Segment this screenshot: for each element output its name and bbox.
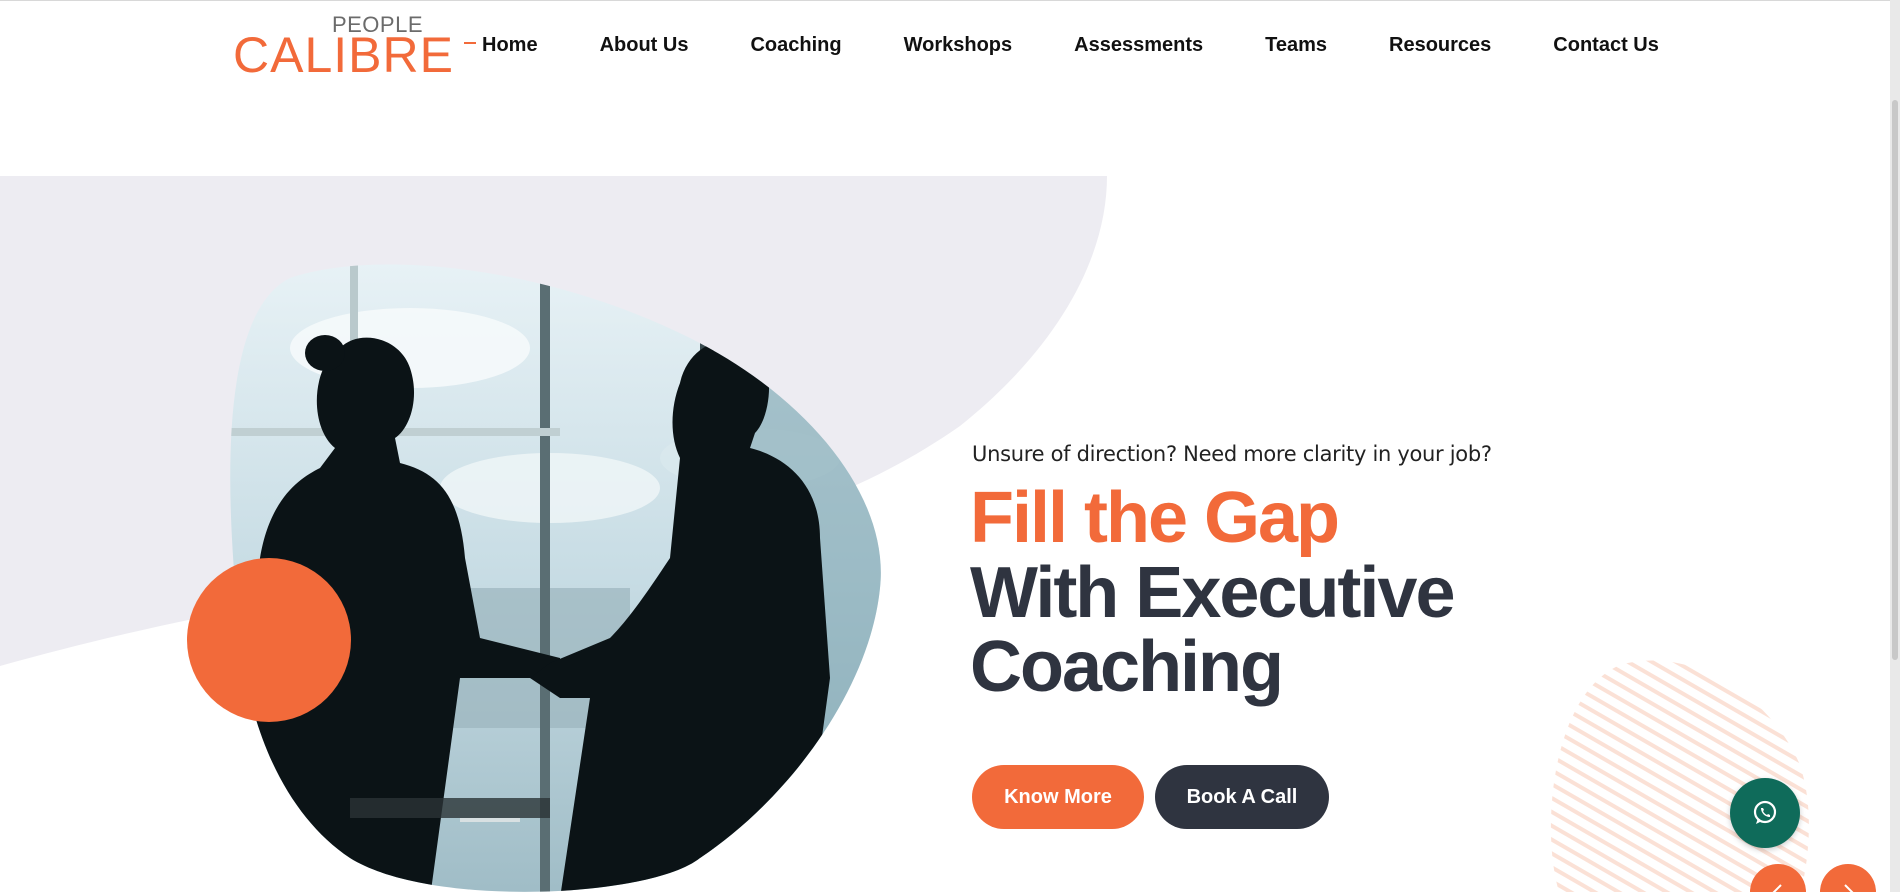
top-border (0, 0, 1900, 1)
whatsapp-button[interactable] (1730, 778, 1800, 848)
nav-item-contact-us[interactable]: Contact Us (1553, 34, 1659, 57)
nav-item-about-us[interactable]: About Us (600, 34, 689, 57)
main-nav: Home About Us Coaching Workshops Assessm… (464, 30, 1659, 60)
chevron-right-icon (1844, 884, 1854, 892)
nav-item-label: Teams (1265, 33, 1327, 56)
active-indicator-dash (464, 42, 476, 45)
nav-item-label: Contact Us (1553, 33, 1659, 56)
nav-item-label: Home (482, 33, 538, 56)
nav-item-label: Assessments (1074, 33, 1204, 56)
decorative-orange-circle (187, 558, 351, 722)
nav-item-home[interactable]: Home (464, 34, 538, 57)
nav-item-resources[interactable]: Resources (1389, 34, 1491, 57)
nav-item-label: Resources (1389, 33, 1492, 56)
logo-calibre-text: CALIBRE (233, 27, 454, 83)
chevron-left-icon (1772, 884, 1782, 892)
slider-next-button[interactable] (1820, 864, 1876, 892)
logo[interactable]: PEOPLE CALIBRE (233, 12, 453, 80)
nav-item-label: About Us (599, 33, 689, 56)
nav-item-assessments[interactable]: Assessments (1074, 34, 1203, 57)
hero-headline-accent: Fill the Gap (970, 478, 1340, 558)
handshake-silhouette-photo (230, 264, 881, 892)
nav-item-teams[interactable]: Teams (1265, 34, 1327, 57)
whatsapp-icon (1753, 800, 1777, 824)
know-more-button[interactable]: Know More (972, 765, 1144, 829)
nav-item-coaching[interactable]: Coaching (750, 34, 841, 57)
decorative-stripes (1550, 660, 1809, 892)
book-a-call-button[interactable]: Book A Call (1155, 765, 1329, 829)
page-scrollbar-thumb[interactable] (1892, 100, 1898, 660)
hero-headline-line2: With Executive (970, 553, 1455, 633)
nav-item-label: Coaching (750, 33, 842, 56)
hero-headline-line3: Coaching (970, 627, 1284, 707)
nav-item-workshops[interactable]: Workshops (904, 34, 1013, 57)
hero-subtitle: Unsure of direction? Need more clarity i… (972, 442, 1492, 466)
nav-item-label: Workshops (903, 33, 1013, 56)
